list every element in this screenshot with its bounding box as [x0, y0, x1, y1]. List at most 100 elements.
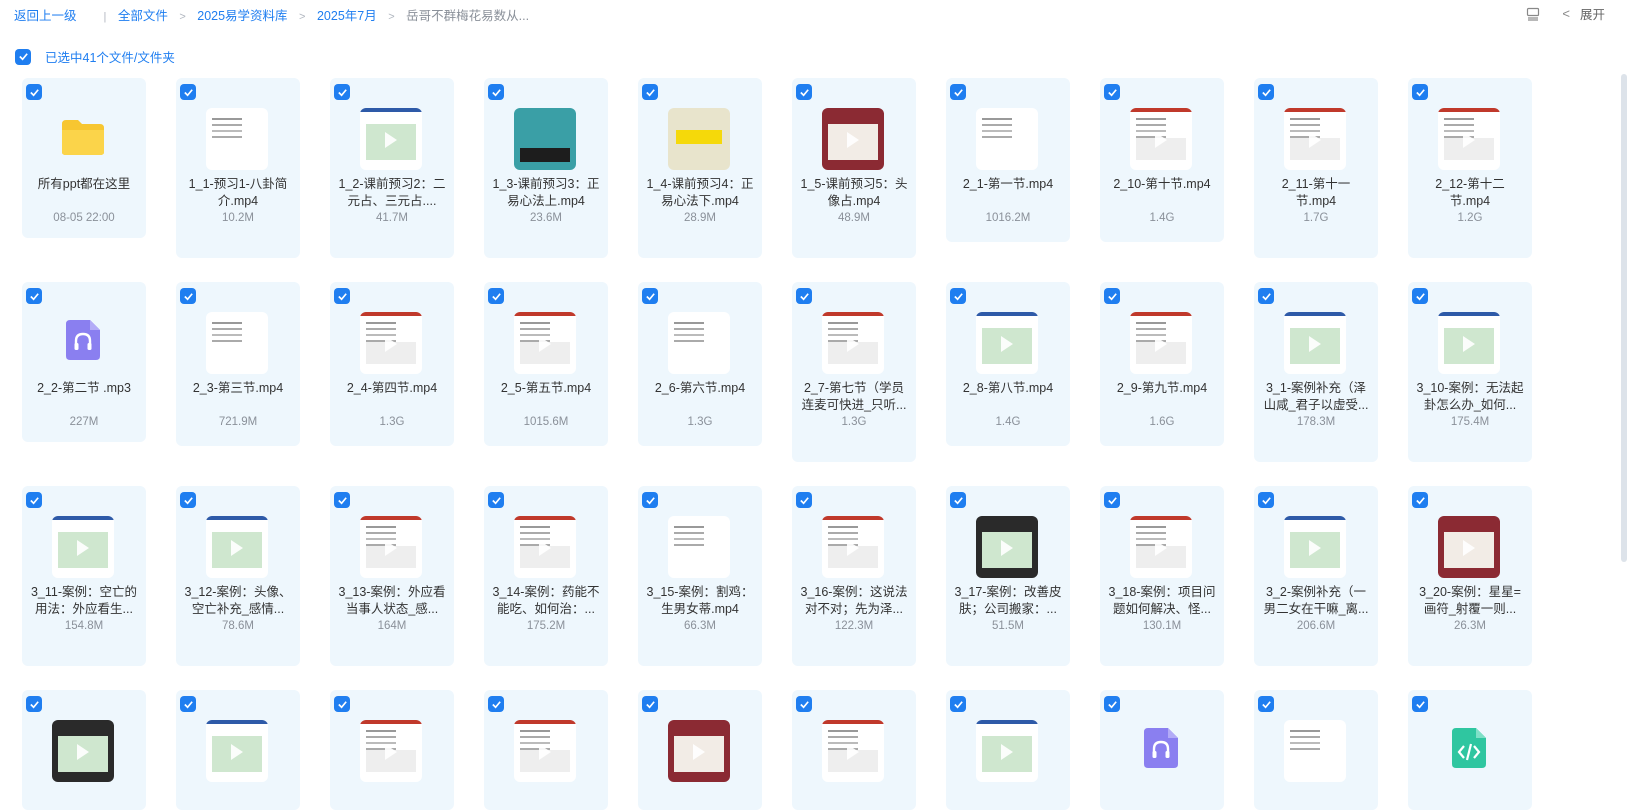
select-all-checkbox[interactable] — [15, 48, 31, 65]
file-card[interactable]: 1_3-课前预习3：正易心法上.mp4 23.6M — [484, 78, 608, 258]
file-checkbox[interactable] — [950, 492, 966, 508]
file-checkbox[interactable] — [796, 288, 812, 304]
file-checkbox[interactable] — [796, 84, 812, 100]
breadcrumb-library[interactable]: 2025易学资料库 — [197, 9, 287, 23]
file-checkbox[interactable] — [1412, 84, 1428, 100]
file-checkbox[interactable] — [26, 84, 42, 100]
file-card[interactable]: 1_1-预习1-八卦简介.mp4 10.2M — [176, 78, 300, 258]
file-checkbox[interactable] — [26, 492, 42, 508]
file-meta: 175.4M — [1450, 416, 1490, 428]
file-meta: 26.3M — [1454, 620, 1486, 632]
file-checkbox[interactable] — [26, 696, 42, 712]
file-card[interactable] — [792, 690, 916, 810]
file-meta: 178.3M — [1296, 416, 1336, 428]
file-card[interactable]: 2_3-第三节.mp4 721.9M — [176, 282, 300, 446]
file-card[interactable]: 3_17-案例：改善皮肤；公司搬家：... 51.5M — [946, 486, 1070, 666]
file-card[interactable] — [330, 690, 454, 810]
file-card[interactable]: 2_11-第十一节.mp4 1.7G — [1254, 78, 1378, 258]
file-checkbox[interactable] — [488, 84, 504, 100]
scrollbar[interactable] — [1621, 74, 1627, 562]
file-checkbox[interactable] — [1104, 288, 1120, 304]
file-card[interactable]: 2_9-第九节.mp4 1.6G — [1100, 282, 1224, 446]
file-card[interactable]: 2_10-第十节.mp4 1.4G — [1100, 78, 1224, 242]
file-checkbox[interactable] — [334, 696, 350, 712]
file-checkbox[interactable] — [950, 288, 966, 304]
file-card[interactable]: 1_2-课前预习2：二元占、三元占.... 41.7M — [330, 78, 454, 258]
file-checkbox[interactable] — [334, 288, 350, 304]
file-card[interactable]: 2_1-第一节.mp4 1016.2M — [946, 78, 1070, 242]
file-checkbox[interactable] — [334, 492, 350, 508]
file-card[interactable]: 3_12-案例：头像、空亡补充_感情... 78.6M — [176, 486, 300, 666]
file-checkbox[interactable] — [796, 492, 812, 508]
file-checkbox[interactable] — [642, 492, 658, 508]
file-card[interactable] — [22, 690, 146, 810]
file-checkbox[interactable] — [488, 492, 504, 508]
list-view-icon[interactable] — [1526, 7, 1540, 21]
file-checkbox[interactable] — [180, 492, 196, 508]
file-card[interactable]: 3_1-案例补充（泽山咸_君子以虚受... 178.3M — [1254, 282, 1378, 462]
file-checkbox[interactable] — [950, 84, 966, 100]
file-checkbox[interactable] — [1104, 492, 1120, 508]
file-card[interactable] — [946, 690, 1070, 810]
breadcrumb-all-files[interactable]: 全部文件 — [118, 9, 168, 23]
file-checkbox[interactable] — [180, 696, 196, 712]
file-checkbox[interactable] — [642, 288, 658, 304]
file-card[interactable]: 2_6-第六节.mp4 1.3G — [638, 282, 762, 446]
file-card[interactable]: 3_10-案例：无法起卦怎么办_如何... 175.4M — [1408, 282, 1532, 462]
file-card[interactable]: 1_5-课前预习5：头像占.mp4 48.9M — [792, 78, 916, 258]
file-card[interactable] — [1408, 690, 1532, 810]
file-card[interactable]: 3_15-案例：割鸡：生男女蒂.mp4 66.3M — [638, 486, 762, 666]
file-card[interactable]: 2_4-第四节.mp4 1.3G — [330, 282, 454, 446]
breadcrumb: 返回上一级 | 全部文件 > 2025易学资料库 > 2025年7月 > 岳哥不… — [14, 5, 529, 24]
file-card[interactable]: 3_14-案例：药能不能吃、如何治：... 175.2M — [484, 486, 608, 666]
file-name: 3_10-案例：无法起卦怎么办_如何... — [1416, 381, 1524, 412]
file-card[interactable] — [638, 690, 762, 810]
file-checkbox[interactable] — [334, 84, 350, 100]
file-checkbox[interactable] — [1412, 696, 1428, 712]
file-checkbox[interactable] — [1258, 288, 1274, 304]
breadcrumb-month[interactable]: 2025年7月 — [317, 9, 377, 23]
file-card[interactable]: 所有ppt都在这里 08-05 22:00 — [22, 78, 146, 238]
expand-button[interactable]: 展开 — [1580, 4, 1605, 23]
file-checkbox[interactable] — [796, 696, 812, 712]
file-checkbox[interactable] — [1104, 696, 1120, 712]
file-name: 2_8-第八节.mp4 — [962, 381, 1054, 395]
file-card[interactable]: 3_13-案例：外应看当事人状态_感... 164M — [330, 486, 454, 666]
file-card[interactable]: 3_11-案例：空亡的用法：外应看生... 154.8M — [22, 486, 146, 666]
file-card[interactable]: 3_2-案例补充（一男二女在干嘛_离... 206.6M — [1254, 486, 1378, 666]
file-checkbox[interactable] — [488, 696, 504, 712]
file-checkbox[interactable] — [1258, 492, 1274, 508]
video-thumbnail — [822, 516, 884, 578]
back-link[interactable]: 返回上一级 — [14, 9, 77, 23]
file-card[interactable]: 2_7-第七节（学员连麦可快进_只听... 1.3G — [792, 282, 916, 462]
file-card[interactable]: 3_16-案例：这说法对不对；先为泽... 122.3M — [792, 486, 916, 666]
file-card[interactable]: 2_8-第八节.mp4 1.4G — [946, 282, 1070, 446]
file-checkbox[interactable] — [1258, 696, 1274, 712]
file-card[interactable]: 2_2-第二节 .mp3 227M — [22, 282, 146, 442]
file-checkbox[interactable] — [1412, 492, 1428, 508]
file-checkbox[interactable] — [26, 288, 42, 304]
top-bar: 返回上一级 | 全部文件 > 2025易学资料库 > 2025年7月 > 岳哥不… — [0, 0, 1631, 26]
file-checkbox[interactable] — [642, 84, 658, 100]
file-checkbox[interactable] — [642, 696, 658, 712]
file-checkbox[interactable] — [180, 288, 196, 304]
file-checkbox[interactable] — [1258, 84, 1274, 100]
chevron-left-icon[interactable]: < — [1562, 6, 1570, 21]
file-card[interactable]: 1_4-课前预习4：正易心法下.mp4 28.9M — [638, 78, 762, 258]
file-card[interactable]: 2_5-第五节.mp4 1015.6M — [484, 282, 608, 446]
file-card[interactable]: 2_12-第十二节.mp4 1.2G — [1408, 78, 1532, 258]
file-checkbox[interactable] — [950, 696, 966, 712]
file-card[interactable]: 3_18-案例：项目问题如何解决、怪... 130.1M — [1100, 486, 1224, 666]
file-checkbox[interactable] — [1412, 288, 1428, 304]
file-meta: 48.9M — [838, 212, 870, 224]
file-card[interactable] — [1100, 690, 1224, 810]
file-checkbox[interactable] — [180, 84, 196, 100]
file-meta: 28.9M — [684, 212, 716, 224]
file-checkbox[interactable] — [488, 288, 504, 304]
file-card[interactable] — [1254, 690, 1378, 810]
file-checkbox[interactable] — [1104, 84, 1120, 100]
audio-file-icon — [66, 320, 100, 360]
file-card[interactable] — [484, 690, 608, 810]
file-card[interactable]: 3_20-案例：星星=画符_射覆一则... 26.3M — [1408, 486, 1532, 666]
file-card[interactable] — [176, 690, 300, 810]
